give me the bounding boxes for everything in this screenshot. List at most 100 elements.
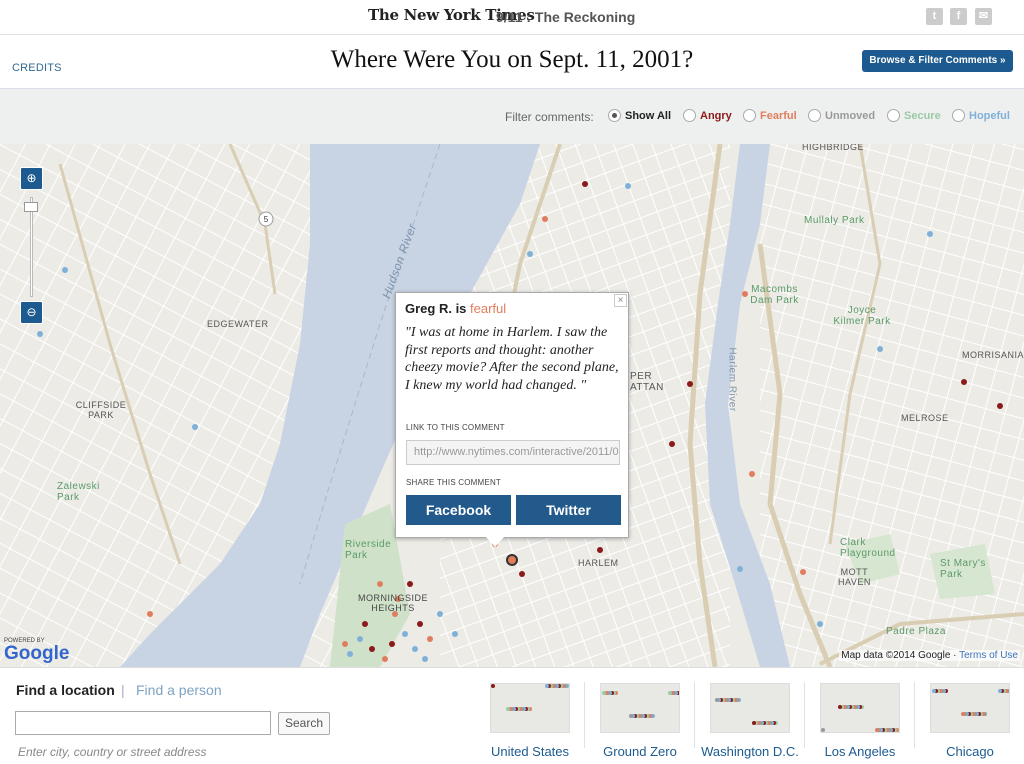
filter-secure[interactable]: Secure <box>887 109 941 122</box>
facebook-icon[interactable]: f <box>950 8 967 25</box>
place-ground-zero[interactable]: Ground Zero <box>585 744 695 759</box>
zoom-out-button[interactable]: ⊖ <box>20 301 43 324</box>
divider <box>0 34 1024 35</box>
thumbnail-marker <box>602 691 606 695</box>
tab-find-person[interactable]: Find a person <box>136 682 222 698</box>
filter-option-label: Fearful <box>760 109 797 122</box>
comment-text: "I was at home in Harlem. I saw the firs… <box>405 325 619 393</box>
label-padre-plaza: Padre Plaza <box>886 626 946 637</box>
place-los-angeles[interactable]: Los Angeles <box>805 744 915 759</box>
label-zalewski-park: Zalewski Park <box>57 481 100 503</box>
thumbnail-marker <box>998 689 1002 693</box>
label-mullaly-park: Mullaly Park <box>804 215 865 226</box>
place-chicago[interactable]: Chicago <box>915 744 1024 759</box>
tab-separator: | <box>121 682 125 698</box>
filter-show-all[interactable]: Show All <box>608 109 671 122</box>
search-hint: Enter city, country or street address <box>18 745 207 759</box>
radio-icon[interactable] <box>683 109 696 122</box>
filter-angry[interactable]: Angry <box>683 109 732 122</box>
thumbnail-marker <box>668 691 672 695</box>
filter-option-label: Show All <box>625 109 672 122</box>
radio-icon[interactable] <box>808 109 821 122</box>
bottom-panel: Find a location | Find a person Search E… <box>0 667 1024 764</box>
thumbnail-marker <box>821 728 825 732</box>
thumbnail-marker <box>961 712 965 716</box>
filter-option-label: Unmoved <box>825 109 876 122</box>
zoom-slider-handle[interactable] <box>24 202 38 212</box>
label-st-marys-park: St Mary's Park <box>940 558 986 580</box>
thumbnail-marker <box>932 689 936 693</box>
terms-of-use-link[interactable]: Terms of Use <box>959 650 1018 661</box>
facebook-share-button[interactable]: Facebook <box>406 495 511 525</box>
top-bar: The New York Times 9/11 : The Reckoning … <box>0 0 1024 34</box>
twitter-share-button[interactable]: Twitter <box>516 495 621 525</box>
filter-bar: Filter comments: Show All Angry Fearful … <box>0 88 1024 144</box>
tab-find-location[interactable]: Find a location <box>16 682 115 698</box>
zoom-slider[interactable] <box>30 197 33 297</box>
search-button[interactable]: Search <box>278 712 330 735</box>
section-title[interactable]: 9/11 : The Reckoning <box>496 9 635 25</box>
close-icon[interactable]: × <box>614 294 627 307</box>
label-highbridge: HIGHBRIDGE <box>802 144 865 152</box>
radio-icon[interactable] <box>743 109 756 122</box>
google-wordmark: Google <box>4 643 70 664</box>
label-manhattan: PER ATTAN <box>630 371 664 393</box>
label-cliffside: CLIFFSIDE PARK <box>75 400 127 420</box>
map-attribution: Map data ©2014 Google · Terms of Use <box>839 650 1020 661</box>
filter-option-label: Hopeful <box>969 109 1010 122</box>
thumbnail-marker <box>715 698 719 702</box>
label-morrisania: MORRISANIA <box>962 350 1024 360</box>
label-harlem-river: Harlem River <box>726 347 738 412</box>
link-label: LINK TO THIS COMMENT <box>406 423 505 432</box>
thumbnail-marker <box>838 705 842 709</box>
twitter-icon[interactable]: t <box>926 8 943 25</box>
commenter-name: Greg R. is fearful <box>405 301 507 316</box>
mood-label: fearful <box>470 301 507 316</box>
email-icon[interactable]: ✉ <box>975 8 992 25</box>
radio-icon[interactable] <box>887 109 900 122</box>
divider <box>584 682 585 748</box>
divider <box>914 682 915 748</box>
popup-pointer <box>486 537 504 547</box>
filter-option-label: Secure <box>904 109 941 122</box>
thumbnail-marker <box>875 728 879 732</box>
thumbnail-united-states[interactable] <box>490 683 570 733</box>
radio-icon[interactable] <box>608 109 621 122</box>
browse-filter-comments-button[interactable]: Browse & Filter Comments » <box>862 50 1013 72</box>
label-edgewater: EDGEWATER <box>207 319 269 329</box>
filter-option-label: Angry <box>700 109 732 122</box>
label-riverside-park: Riverside Park <box>345 539 392 561</box>
filter-unmoved[interactable]: Unmoved <box>808 109 875 122</box>
filter-label: Filter comments: <box>505 110 594 124</box>
svg-text:5: 5 <box>264 215 269 224</box>
filter-hopeful[interactable]: Hopeful <box>952 109 1010 122</box>
thumbnail-washington-dc[interactable] <box>710 683 790 733</box>
divider <box>804 682 805 748</box>
thumbnail-marker <box>506 707 510 711</box>
place-washington-dc[interactable]: Washington D.C. <box>695 744 805 759</box>
comment-popup: × Greg R. is fearful "I was at home in H… <box>395 292 629 538</box>
thumbnail-chicago[interactable] <box>930 683 1010 733</box>
radio-icon[interactable] <box>952 109 965 122</box>
label-clark-playground: Clark Playground <box>840 537 896 559</box>
zoom-in-button[interactable]: ⊕ <box>20 167 43 190</box>
label-macombs-dam-park: Macombs Dam Park <box>750 284 799 306</box>
thumbnail-ground-zero[interactable] <box>600 683 680 733</box>
label-harlem: HARLEM <box>578 558 619 568</box>
label-joyce-kilmer-park: Joyce Kilmer Park <box>833 305 891 327</box>
thumbnail-marker <box>545 684 549 688</box>
thumbnail-marker <box>491 684 495 688</box>
place-united-states[interactable]: United States <box>475 744 585 759</box>
google-logo[interactable]: POWERED BY Google <box>4 638 69 664</box>
label-morningside-heights: MORNINGSIDE HEIGHTS <box>358 593 429 613</box>
label-melrose: MELROSE <box>901 413 949 423</box>
comment-link-field[interactable]: http://www.nytimes.com/interactive/2011/… <box>406 440 620 465</box>
divider <box>694 682 695 748</box>
thumbnail-marker <box>629 714 633 718</box>
label-mott-haven: MOTT HAVEN <box>838 567 871 587</box>
thumbnail-marker <box>752 721 756 725</box>
share-label: SHARE THIS COMMENT <box>406 478 502 487</box>
thumbnail-los-angeles[interactable] <box>820 683 900 733</box>
filter-fearful[interactable]: Fearful <box>743 109 797 122</box>
location-search-input[interactable] <box>15 711 271 735</box>
